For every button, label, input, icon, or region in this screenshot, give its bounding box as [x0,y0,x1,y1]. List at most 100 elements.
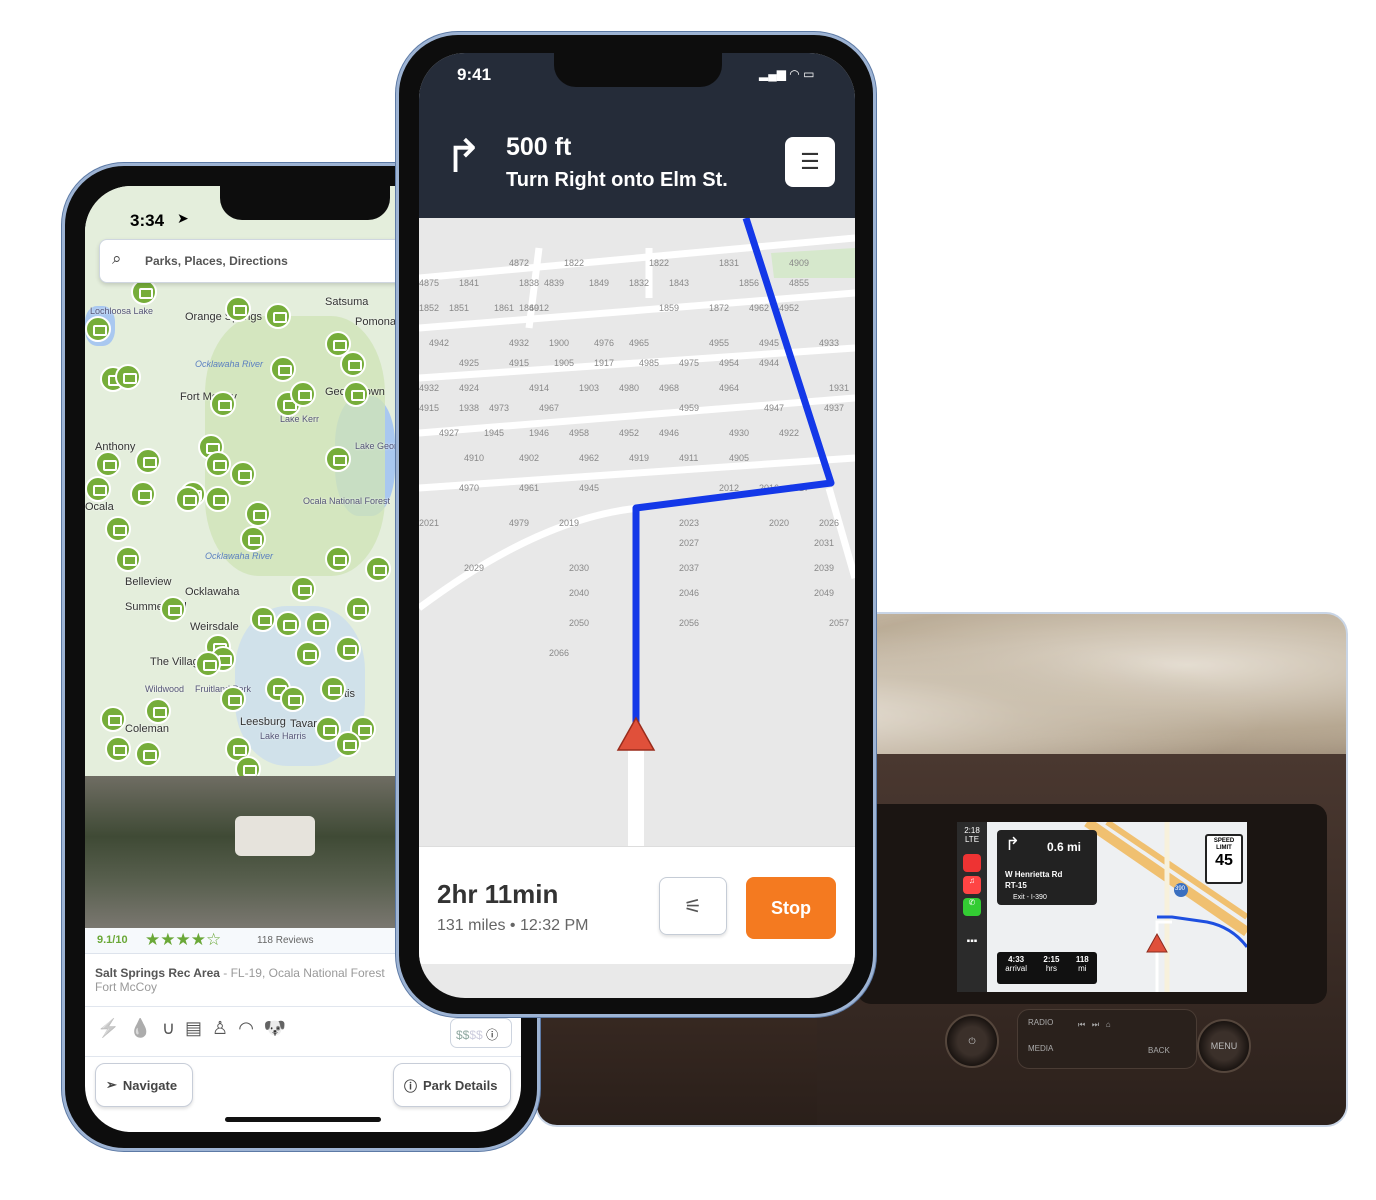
campground-marker[interactable] [305,611,331,637]
rating-score: 9.1/10 [97,934,128,946]
campground-marker[interactable] [340,351,366,377]
campground-marker[interactable] [210,391,236,417]
price-inactive: $$ [469,1028,483,1042]
turn-right-icon: ↱ [1005,834,1021,854]
carplay-distance: 0.6 mi [1047,840,1082,854]
phone-app-icon[interactable]: ✆ [963,898,981,916]
help-icon: ⓘ [486,1028,499,1042]
campground-marker[interactable] [205,451,231,477]
home-indicator [225,1117,381,1122]
campground-marker[interactable] [220,686,246,712]
park-title: Salt Springs Rec Area - FL-19, Ocala Nat… [95,966,385,994]
star-icon: ★ [160,930,176,949]
campground-marker[interactable] [325,546,351,572]
power-knob: ⏻ [945,1014,999,1068]
menu-label: MENU [1210,1041,1238,1051]
campground-marker[interactable] [115,546,141,572]
price-badge[interactable]: $$$$ ⓘ [450,1018,512,1048]
park-details-button[interactable]: ⓘ Park Details [393,1063,511,1107]
park-city: Fort McCoy [95,980,158,994]
campground-marker[interactable] [115,364,141,390]
music-app-icon[interactable]: ♫ [963,876,981,894]
campground-marker[interactable] [205,486,231,512]
bus-icon: ▤ [185,1018,203,1038]
speed-limit-value: 45 [1215,852,1233,869]
campground-marker[interactable] [365,556,391,582]
radio-button: RADIO [1028,1018,1054,1027]
search-input[interactable]: Parks, Places, Directions [145,254,288,268]
notch [220,186,390,220]
map-place-label: Lochloosa Lake [90,306,154,316]
map-place-label: Leesburg [240,716,286,728]
pets-icon: 🐶 [263,1018,287,1038]
campground-marker[interactable] [265,303,291,329]
campground-marker[interactable] [145,698,171,724]
carplay-maneuver-card: ↱ 0.6 mi W Henrietta Rd RT-15 Exit - I-3… [997,830,1097,905]
map-place-label: Ocklawaha [185,586,240,598]
miles-remaining: 118 [1075,955,1089,964]
review-count[interactable]: 118 Reviews [257,935,314,946]
map-place-label: Ocala National Forest [303,496,391,506]
turn-right-icon: ↱ [444,130,483,182]
navigation-screen: 9:41 ▂▄▆ ◠ ▭ ↱ 500 ft Turn Right onto El… [419,53,855,998]
campground-marker[interactable] [135,741,161,767]
route-options-button[interactable]: ⚟ [659,877,727,935]
map-place-label: Lake Harris [260,731,307,741]
campground-marker[interactable] [280,686,306,712]
carplay-eta: 4:33 arrival 2:15 hrs 118 mi [997,952,1097,984]
directions-list-button[interactable]: ☰ [785,137,835,187]
campground-marker[interactable] [250,606,276,632]
campground-marker[interactable] [290,576,316,602]
campground-marker[interactable] [105,516,131,542]
stop-button[interactable]: Stop [746,877,836,939]
campground-marker[interactable] [100,706,126,732]
star-icon: ☆ [206,930,222,949]
status-time: 3:34 [130,211,165,230]
star-icon: ★ [145,930,161,949]
park-name: Salt Springs Rec Area [95,966,220,980]
status-time: 9:41 [457,65,492,84]
home-grid-icon[interactable]: ▪▪▪ [957,936,987,947]
campground-marker[interactable] [85,476,111,502]
campground-marker[interactable] [320,676,346,702]
campground-marker[interactable] [225,296,251,322]
campground-marker[interactable] [135,448,161,474]
carplay-signal: LTE [964,835,980,844]
navigate-button[interactable]: ➢ Navigate [95,1063,193,1107]
park-details-label: Park Details [423,1077,498,1093]
campground-marker[interactable] [105,736,131,762]
river-label: Ocklawaha River [205,551,274,561]
campground-marker[interactable] [85,316,111,342]
campground-marker[interactable] [335,731,361,757]
campground-marker[interactable] [230,461,256,487]
navigation-map[interactable]: 4872 1822 1822 1831 4909 4875 1841 1838 4839 1849… [419,218,855,846]
navigate-label: Navigate [122,1077,178,1093]
campground-marker[interactable] [240,526,266,552]
map-place-label: Satsuma [325,296,369,308]
campground-marker[interactable] [325,446,351,472]
navigate-icon: ➢ [106,1077,117,1092]
sewer-icon: ∪ [161,1018,176,1038]
campground-marker[interactable] [130,481,156,507]
campground-marker[interactable] [345,596,371,622]
campground-marker[interactable] [160,596,186,622]
campground-marker[interactable] [295,641,321,667]
price-active: $$ [456,1028,470,1042]
maps-app-icon[interactable] [963,854,981,872]
campground-marker[interactable] [343,381,369,407]
park-address: - FL-19, Ocala National Forest [219,966,385,980]
campground-marker[interactable] [275,611,301,637]
campground-marker[interactable] [270,356,296,382]
notch [554,53,722,87]
map-place-label: Anthony [95,441,136,453]
hours-label: hrs [1045,964,1057,973]
50-amp-icon: ⚡ [97,1018,120,1038]
campground-marker[interactable] [175,486,201,512]
campground-marker[interactable] [335,636,361,662]
campground-marker[interactable] [245,501,271,527]
campground-marker[interactable] [195,651,221,677]
map-place-label: Weirsdale [190,621,239,633]
media-button: MEDIA [1028,1044,1054,1053]
campground-marker[interactable] [95,451,121,477]
campground-marker[interactable] [290,381,316,407]
